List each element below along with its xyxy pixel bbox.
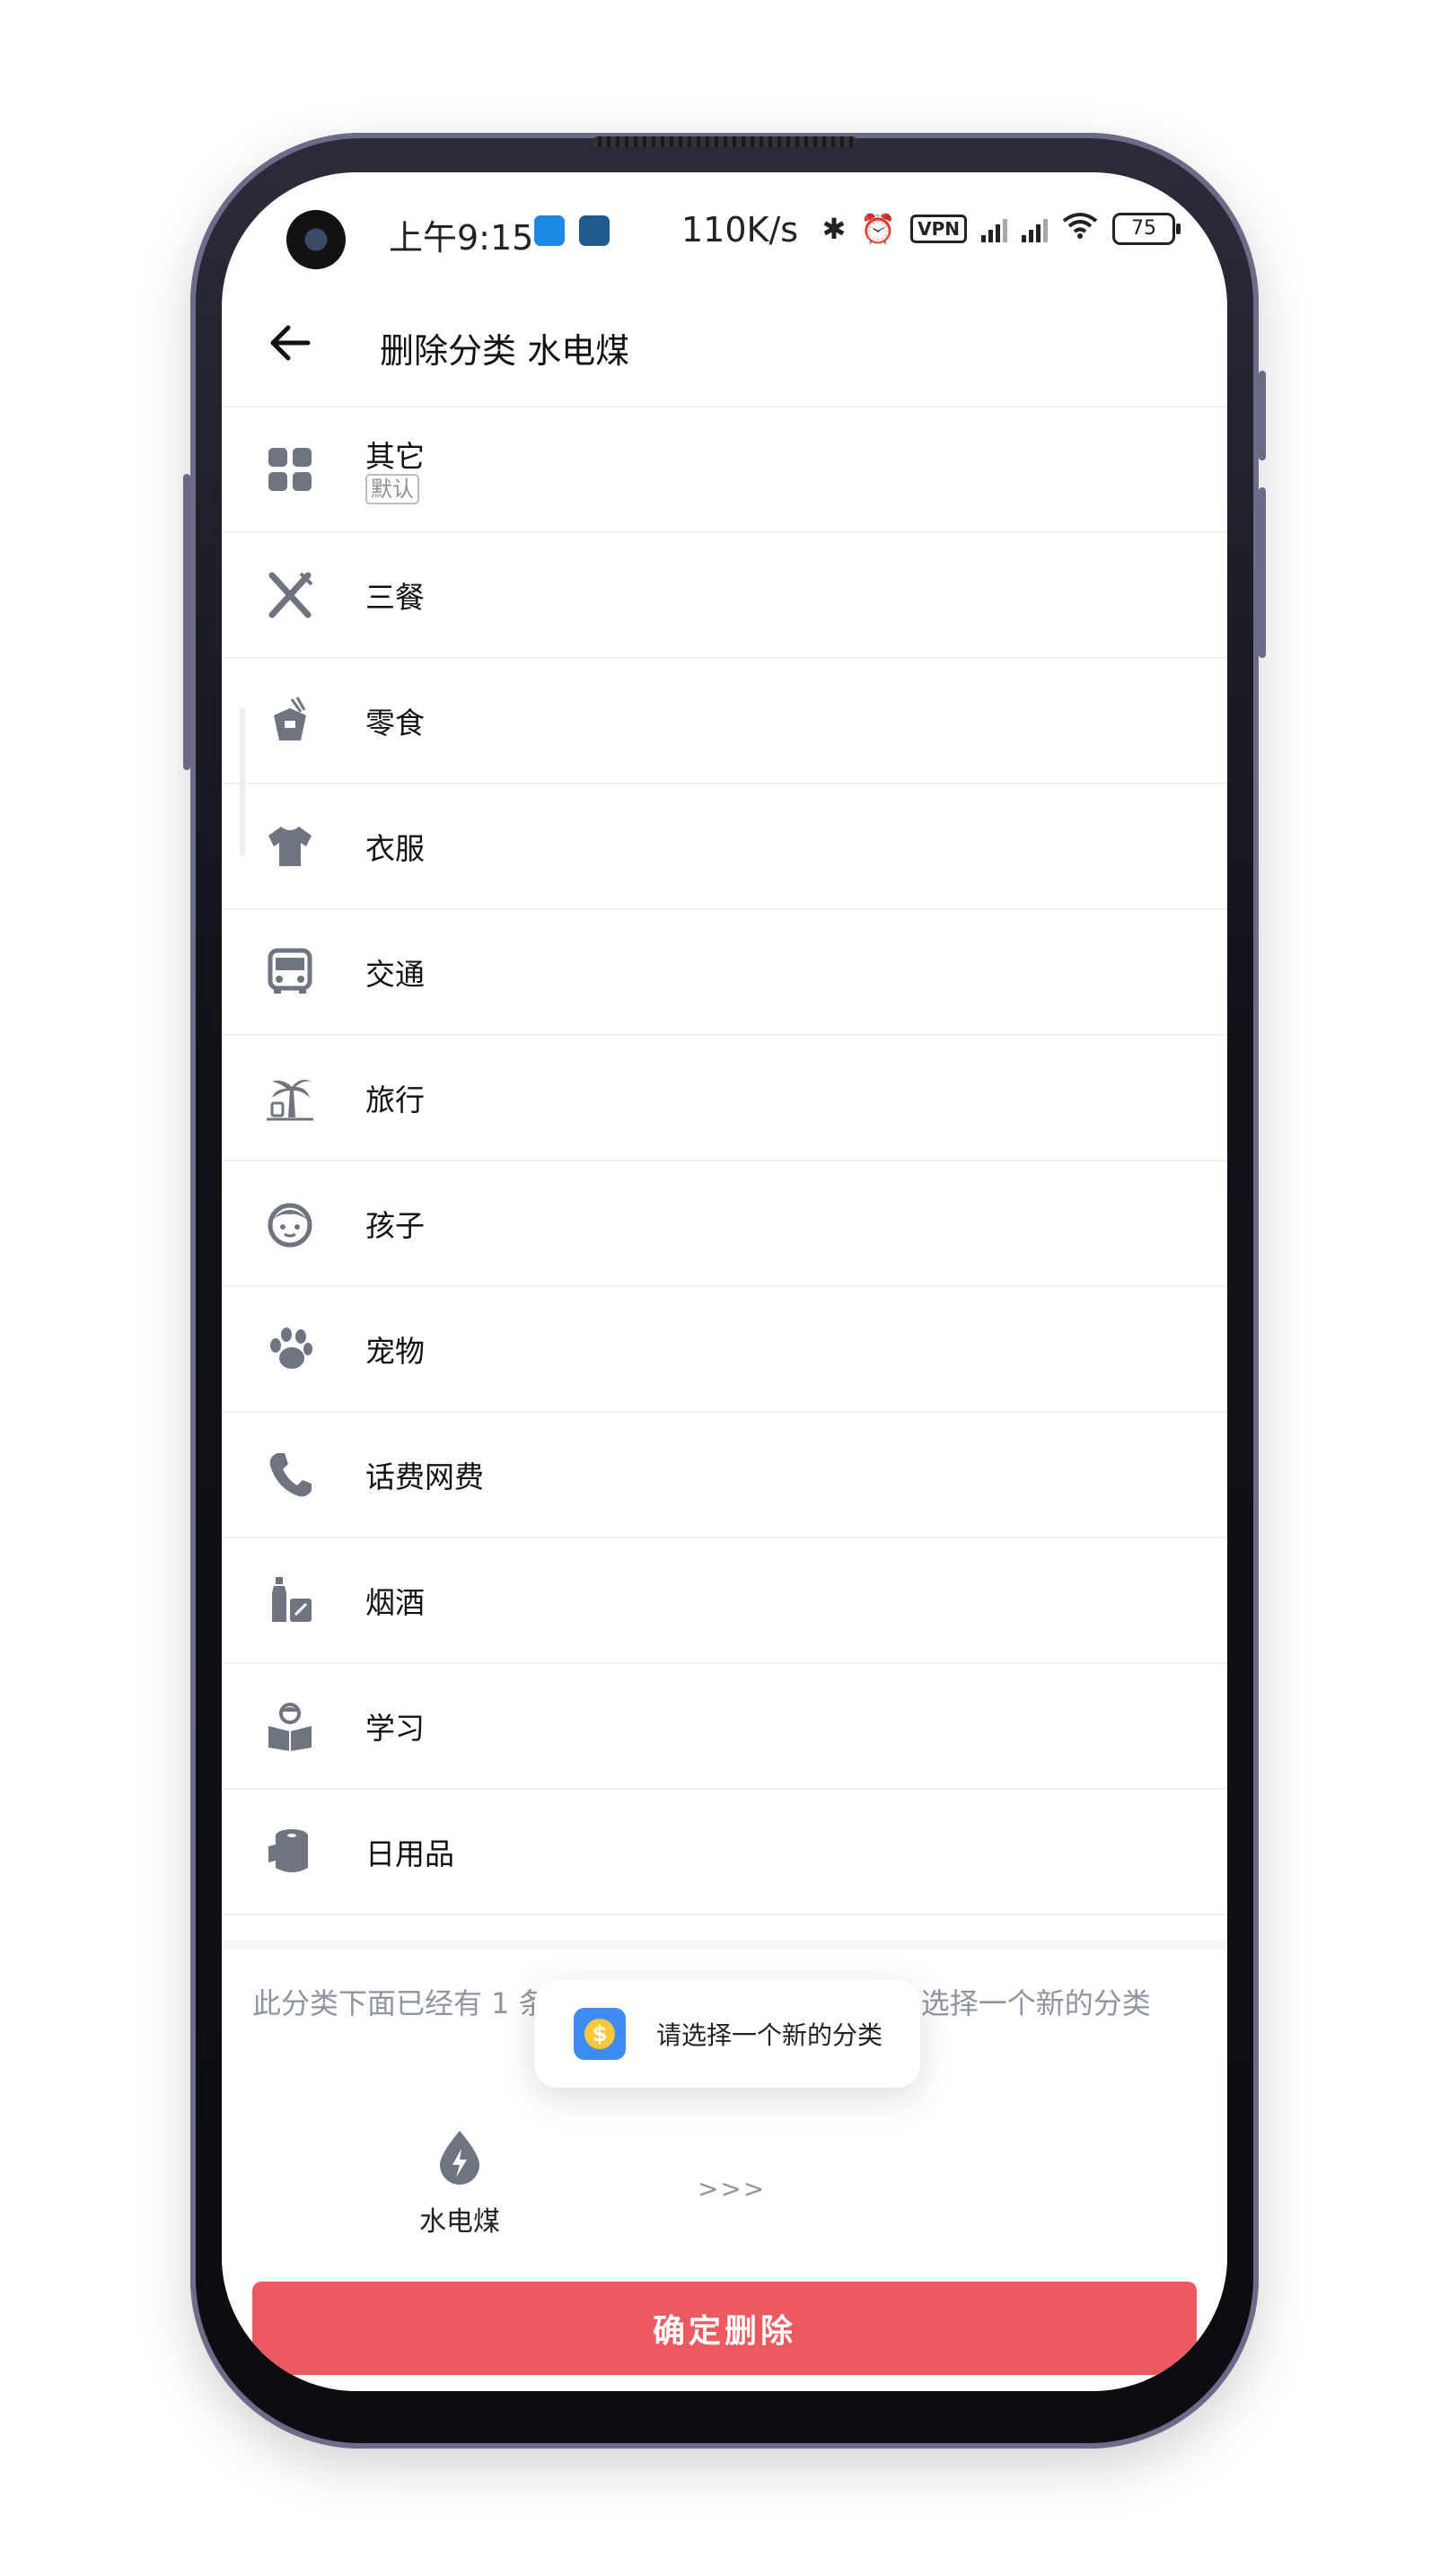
alarm-icon: ⏰ — [860, 212, 897, 246]
category-label: 宠物 — [365, 1334, 425, 1369]
current-category-label: 水电煤 — [419, 2206, 500, 2238]
arrow-left-icon — [270, 325, 311, 361]
left-side-button — [183, 474, 190, 770]
category-row-kids[interactable]: 孩子 — [222, 1161, 1227, 1287]
category-label: 交通 — [365, 957, 425, 992]
bluetooth-icon: ✱ — [821, 212, 847, 246]
wifi-icon — [1062, 212, 1098, 246]
coin-icon: $ — [574, 2008, 626, 2060]
category-row-transport[interactable]: 交通 — [222, 910, 1227, 1036]
category-row-daily-goods[interactable]: 日用品 — [222, 1790, 1227, 1915]
category-row-meals[interactable]: 三餐 — [222, 533, 1227, 659]
signal-icon — [981, 215, 1007, 242]
category-row-phone-bill[interactable]: 话费网费 — [222, 1413, 1227, 1538]
status-time: 上午9:15 — [389, 218, 534, 258]
phone-icon — [265, 1450, 315, 1500]
palm-tree-icon — [265, 1073, 315, 1123]
signal-icon — [1022, 215, 1048, 242]
category-row-study[interactable]: 学习 — [222, 1664, 1227, 1790]
category-label: 衣服 — [365, 831, 425, 866]
toast-message: 请选择一个新的分类 — [656, 2020, 883, 2050]
notification-app-icon — [534, 215, 565, 246]
volume-up-button — [1259, 371, 1266, 460]
default-tag: 默认 — [365, 474, 419, 504]
category-label: 三餐 — [365, 580, 425, 615]
grid-icon — [265, 444, 315, 495]
notification-app-icon — [579, 215, 610, 246]
front-camera — [286, 210, 346, 269]
confirm-delete-button[interactable]: 确定删除 — [252, 2282, 1197, 2375]
paw-icon — [265, 1324, 315, 1374]
transfer-arrows: >>> — [698, 2174, 767, 2204]
category-row-tobacco-alcohol[interactable]: 烟酒 — [222, 1538, 1227, 1664]
app-header: 删除分类 水电煤 — [222, 289, 1227, 397]
category-row-pets[interactable]: 宠物 — [222, 1287, 1227, 1413]
category-row-clothes[interactable]: 衣服 — [222, 784, 1227, 910]
bottle-icon — [265, 1575, 315, 1625]
reading-icon — [265, 1701, 315, 1751]
status-bar: 上午9:15 110K/s ✱ ⏰ VPN 75 — [222, 172, 1227, 289]
battery-icon: 75 — [1112, 213, 1181, 245]
power-button — [1259, 487, 1266, 658]
network-speed: 110K/s — [681, 210, 799, 250]
category-row-travel[interactable]: 旅行 — [222, 1036, 1227, 1161]
category-row-other[interactable]: 其它 默认 — [222, 407, 1227, 533]
category-label: 孩子 — [365, 1208, 425, 1243]
category-label: 旅行 — [365, 1082, 425, 1117]
category-label: 零食 — [365, 705, 425, 740]
vpn-badge: VPN — [910, 215, 967, 243]
category-label: 话费网费 — [365, 1459, 484, 1494]
snack-box-icon — [265, 696, 315, 746]
page-title: 删除分类 水电煤 — [380, 331, 630, 371]
fork-knife-icon — [265, 570, 315, 620]
category-label: 烟酒 — [365, 1585, 425, 1620]
status-icons: ✱ ⏰ VPN 75 — [821, 212, 1181, 246]
category-label: 其它 — [365, 439, 425, 474]
back-button[interactable] — [263, 316, 317, 370]
tshirt-icon — [265, 821, 315, 872]
category-label: 日用品 — [365, 1836, 454, 1871]
water-bolt-icon — [440, 2131, 479, 2185]
screen: 上午9:15 110K/s ✱ ⏰ VPN 75 删除分类 水电煤 其它 默认 … — [222, 172, 1227, 2391]
child-face-icon — [265, 1198, 315, 1249]
toast: $ 请选择一个新的分类 — [534, 1980, 920, 2088]
category-label: 学习 — [365, 1711, 425, 1746]
bus-icon — [265, 947, 315, 997]
current-category: 水电煤 — [401, 2129, 518, 2239]
coin-symbol: $ — [584, 2019, 615, 2049]
category-list: 其它 默认 三餐 零食 衣服 交通 旅行 孩子 宠物 话费网费 烟酒 学习 日用… — [222, 406, 1227, 1915]
tissue-roll-icon — [265, 1827, 315, 1877]
earpiece-speaker — [593, 136, 857, 147]
category-row-snacks[interactable]: 零食 — [222, 659, 1227, 784]
